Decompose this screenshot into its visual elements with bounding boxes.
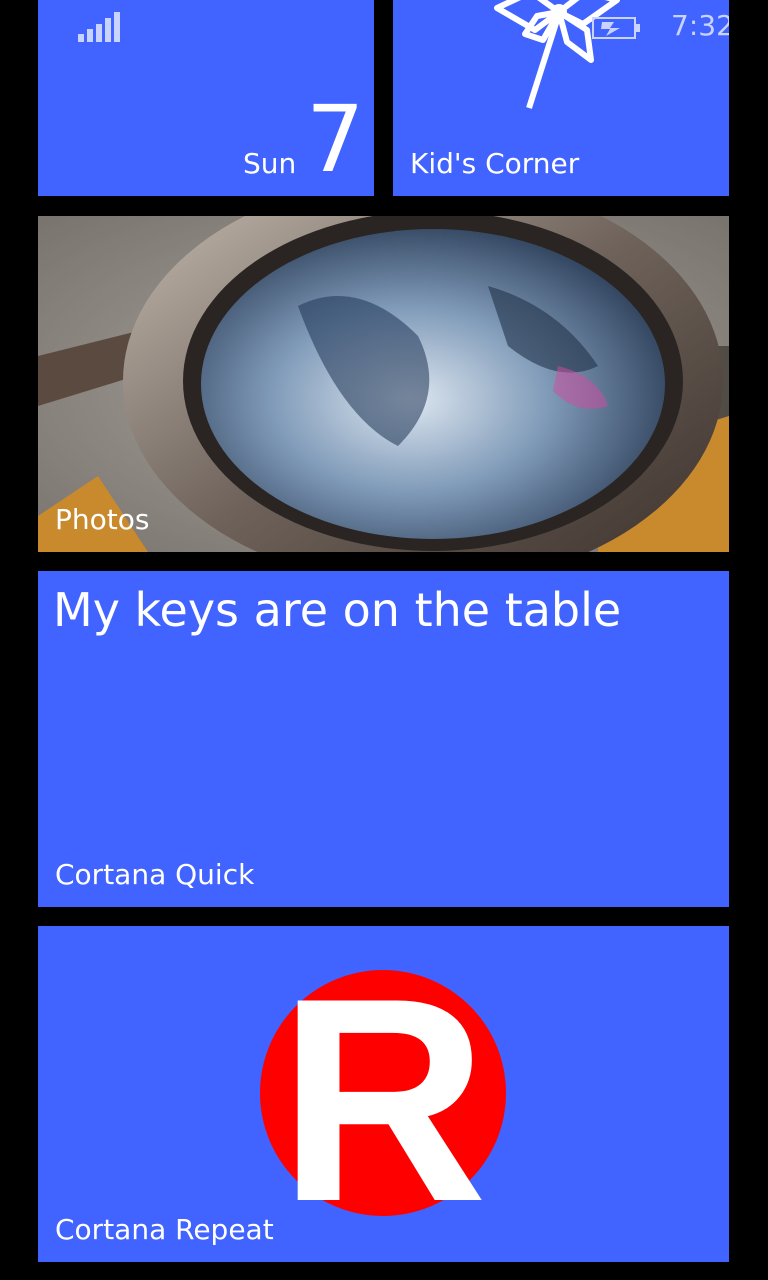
logo-letter: R xyxy=(278,968,487,1218)
headlight-photo xyxy=(38,216,729,552)
battery-charging-icon xyxy=(592,17,640,39)
cortana-repeat-label: Cortana Repeat xyxy=(55,1213,274,1246)
calendar-tile[interactable]: Sun 7 xyxy=(38,0,374,196)
kids-corner-tile[interactable]: 7:32 Kid's Corner xyxy=(393,0,729,196)
cortana-quick-content: My keys are on the table xyxy=(53,583,622,637)
cortana-quick-tile[interactable]: My keys are on the table Cortana Quick xyxy=(38,571,729,907)
photos-tile[interactable]: Photos xyxy=(38,216,729,552)
red-circle-r-logo: R xyxy=(260,968,506,1218)
photos-label: Photos xyxy=(55,503,150,536)
signal-strength-icon xyxy=(78,12,120,42)
calendar-date: 7 xyxy=(306,86,365,193)
calendar-day: Sun xyxy=(243,147,297,180)
cortana-quick-label: Cortana Quick xyxy=(55,858,255,891)
kids-corner-label: Kid's Corner xyxy=(410,147,580,180)
cortana-repeat-tile[interactable]: R Cortana Repeat xyxy=(38,926,729,1262)
status-time: 7:32 xyxy=(671,9,729,42)
